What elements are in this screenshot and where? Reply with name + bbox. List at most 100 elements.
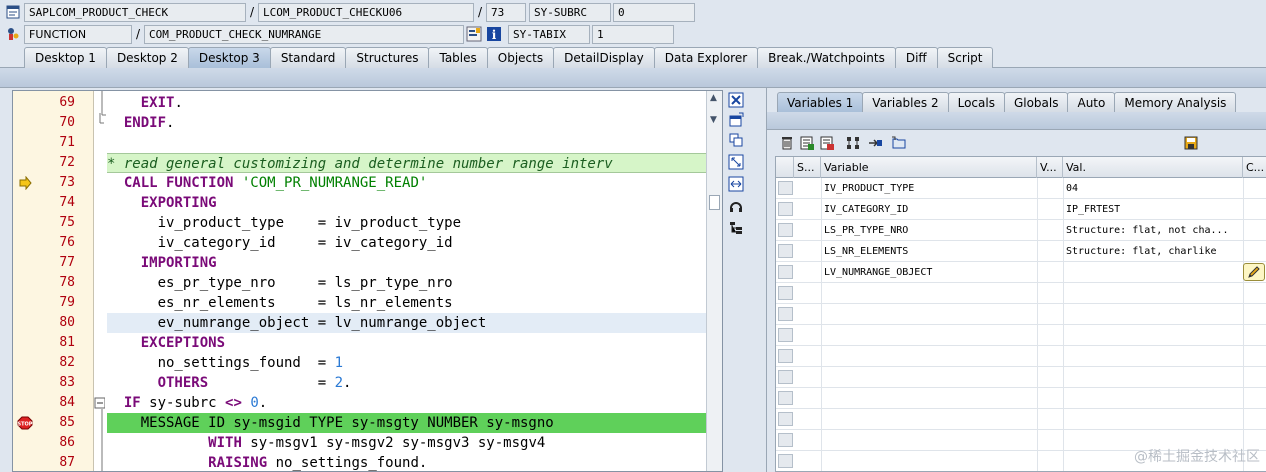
row-selector[interactable] <box>778 391 793 405</box>
source-text[interactable]: no_settings_found = 1 <box>107 353 707 373</box>
source-text[interactable]: es_pr_type_nro = ls_pr_type_nro <box>107 273 707 293</box>
table-row[interactable] <box>776 388 1266 409</box>
save-list-icon[interactable] <box>819 135 835 151</box>
col-header-s[interactable]: S... <box>794 157 821 178</box>
source-text[interactable]: RAISING no_settings_found. <box>107 453 707 471</box>
source-text[interactable]: EXCEPTIONS <box>107 333 707 353</box>
maximize-icon[interactable] <box>728 154 744 170</box>
source-text[interactable]: EXIT. <box>107 93 707 113</box>
table-row[interactable] <box>776 304 1266 325</box>
breakpoint-stop-icon[interactable]: STOP <box>17 416 33 430</box>
tab-desktop-1[interactable]: Desktop 1 <box>24 47 107 68</box>
source-text[interactable]: IF sy-subrc <> 0. <box>107 393 707 413</box>
table-row[interactable]: IV_CATEGORY_ID IP_FRTEST <box>776 199 1266 220</box>
transfer-icon[interactable] <box>867 135 883 151</box>
new-window-icon[interactable] <box>728 112 744 128</box>
tab-break-watchpoints[interactable]: Break./Watchpoints <box>757 47 896 68</box>
table-row[interactable]: LS_PR_TYPE_NRO Structure: flat, not cha..… <box>776 220 1266 241</box>
variable-name-cell[interactable]: LS_NR_ELEMENTS <box>821 241 1037 262</box>
source-text[interactable]: iv_category_id = iv_category_id <box>107 233 707 253</box>
variable-name-cell[interactable]: LV_NUMRANGE_OBJECT <box>821 262 1037 283</box>
type-field[interactable]: FUNCTION <box>24 24 132 44</box>
tab-globals[interactable]: Globals <box>1003 92 1069 112</box>
split-window-icon[interactable] <box>728 132 744 148</box>
details-icon[interactable] <box>799 135 815 151</box>
variable-value-cell[interactable]: Structure: flat, charlike <box>1063 241 1243 262</box>
row-selector[interactable] <box>778 412 793 426</box>
variable-name-cell[interactable]: IV_PRODUCT_TYPE <box>821 178 1037 199</box>
variable-value-cell[interactable] <box>1063 262 1243 283</box>
tab-auto[interactable]: Auto <box>1067 92 1116 112</box>
table-row[interactable] <box>776 325 1266 346</box>
row-selector[interactable] <box>778 307 793 321</box>
tab-data-explorer[interactable]: Data Explorer <box>653 47 759 68</box>
tab-objects[interactable]: Objects <box>486 47 555 68</box>
table-row[interactable]: LV_NUMRANGE_OBJECT <box>776 262 1266 283</box>
tab-memory-analysis[interactable]: Memory Analysis <box>1114 92 1237 112</box>
variable-value-cell[interactable]: Structure: flat, not cha... <box>1063 220 1243 241</box>
tab-diff[interactable]: Diff <box>894 47 938 68</box>
editor-vscrollbar[interactable]: ▲ ▼ <box>706 91 722 471</box>
navigate-icon[interactable] <box>466 26 482 42</box>
source-code-editor[interactable]: 69 EXIT. 70 ENDIF. 71 72 * read general cust… <box>12 90 723 472</box>
save-icon[interactable] <box>1183 135 1199 151</box>
folder-icon[interactable] <box>891 135 907 151</box>
source-text[interactable]: * read general customizing and determine… <box>107 153 707 173</box>
delete-icon[interactable] <box>779 135 795 151</box>
source-text[interactable]: ENDIF. <box>107 113 707 133</box>
table-row[interactable]: IV_PRODUCT_TYPE 04 <box>776 178 1266 199</box>
source-text[interactable]: EXPORTING <box>107 193 707 213</box>
source-text[interactable]: IMPORTING <box>107 253 707 273</box>
hierarchy-icon[interactable] <box>845 135 861 151</box>
row-selector[interactable] <box>778 244 793 258</box>
row-selector[interactable] <box>778 265 793 279</box>
row-selector[interactable] <box>778 433 793 447</box>
edit-pencil-icon[interactable] <box>1243 263 1265 281</box>
tab-locals[interactable]: Locals <box>947 92 1005 112</box>
tab-detaildisplay[interactable]: DetailDisplay <box>553 47 655 68</box>
tab-tables[interactable]: Tables <box>428 47 488 68</box>
source-text[interactable]: es_nr_elements = ls_nr_elements <box>107 293 707 313</box>
col-header[interactable] <box>776 157 794 178</box>
tree-settings-icon[interactable] <box>728 220 744 236</box>
tab-script[interactable]: Script <box>936 47 994 68</box>
function-name-field[interactable]: COM_PRODUCT_CHECK_NUMRANGE <box>144 24 464 44</box>
variable-value-cell[interactable]: 04 <box>1063 178 1243 199</box>
source-text[interactable] <box>107 133 707 153</box>
sysvar-name-field[interactable]: SY-SUBRC <box>529 2 611 22</box>
table-row[interactable] <box>776 409 1266 430</box>
program-field[interactable]: SAPLCOM_PRODUCT_CHECK <box>24 2 246 22</box>
variable-value-cell[interactable]: IP_FRTEST <box>1063 199 1243 220</box>
row-selector[interactable] <box>778 454 793 468</box>
source-text[interactable]: OTHERS = 2. <box>107 373 707 393</box>
sysvar-value-field[interactable]: 0 <box>613 2 695 22</box>
headset-icon[interactable] <box>728 198 744 214</box>
table-row[interactable] <box>776 346 1266 367</box>
source-text[interactable]: WITH sy-msgv1 sy-msgv2 sy-msgv3 sy-msgv4 <box>107 433 707 453</box>
expand-width-icon[interactable] <box>728 176 744 192</box>
row-selector[interactable] <box>778 328 793 342</box>
table-row[interactable] <box>776 367 1266 388</box>
include-field[interactable]: LCOM_PRODUCT_CHECKU06 <box>258 2 474 22</box>
row-selector[interactable] <box>778 202 793 216</box>
tab-variables-1[interactable]: Variables 1 <box>777 92 864 112</box>
tab-desktop-2[interactable]: Desktop 2 <box>105 47 189 68</box>
tab-variables-2[interactable]: Variables 2 <box>862 92 949 112</box>
source-text[interactable]: MESSAGE ID sy-msgid TYPE sy-msgty NUMBER… <box>107 413 707 433</box>
sysvar-value-field[interactable]: 1 <box>592 24 674 44</box>
source-text[interactable]: ev_numrange_object = lv_numrange_object <box>107 313 707 333</box>
row-selector[interactable] <box>778 370 793 384</box>
variable-name-cell[interactable]: IV_CATEGORY_ID <box>821 199 1037 220</box>
table-row[interactable] <box>776 283 1266 304</box>
table-row[interactable]: LS_NR_ELEMENTS Structure: flat, charlike <box>776 241 1266 262</box>
sysvar-name-field[interactable]: SY-TABIX <box>508 24 590 44</box>
col-header-variable[interactable]: Variable <box>821 157 1037 178</box>
source-text[interactable]: iv_product_type = iv_product_type <box>107 213 707 233</box>
row-selector[interactable] <box>778 349 793 363</box>
col-header-v[interactable]: V... <box>1037 157 1063 178</box>
info-icon[interactable]: i <box>486 26 502 42</box>
source-text[interactable]: CALL FUNCTION 'COM_PR_NUMRANGE_READ' <box>107 173 707 193</box>
line-field[interactable]: 73 <box>486 2 526 22</box>
col-header-c[interactable]: C... <box>1243 157 1266 178</box>
scroll-thumb[interactable] <box>709 195 720 210</box>
